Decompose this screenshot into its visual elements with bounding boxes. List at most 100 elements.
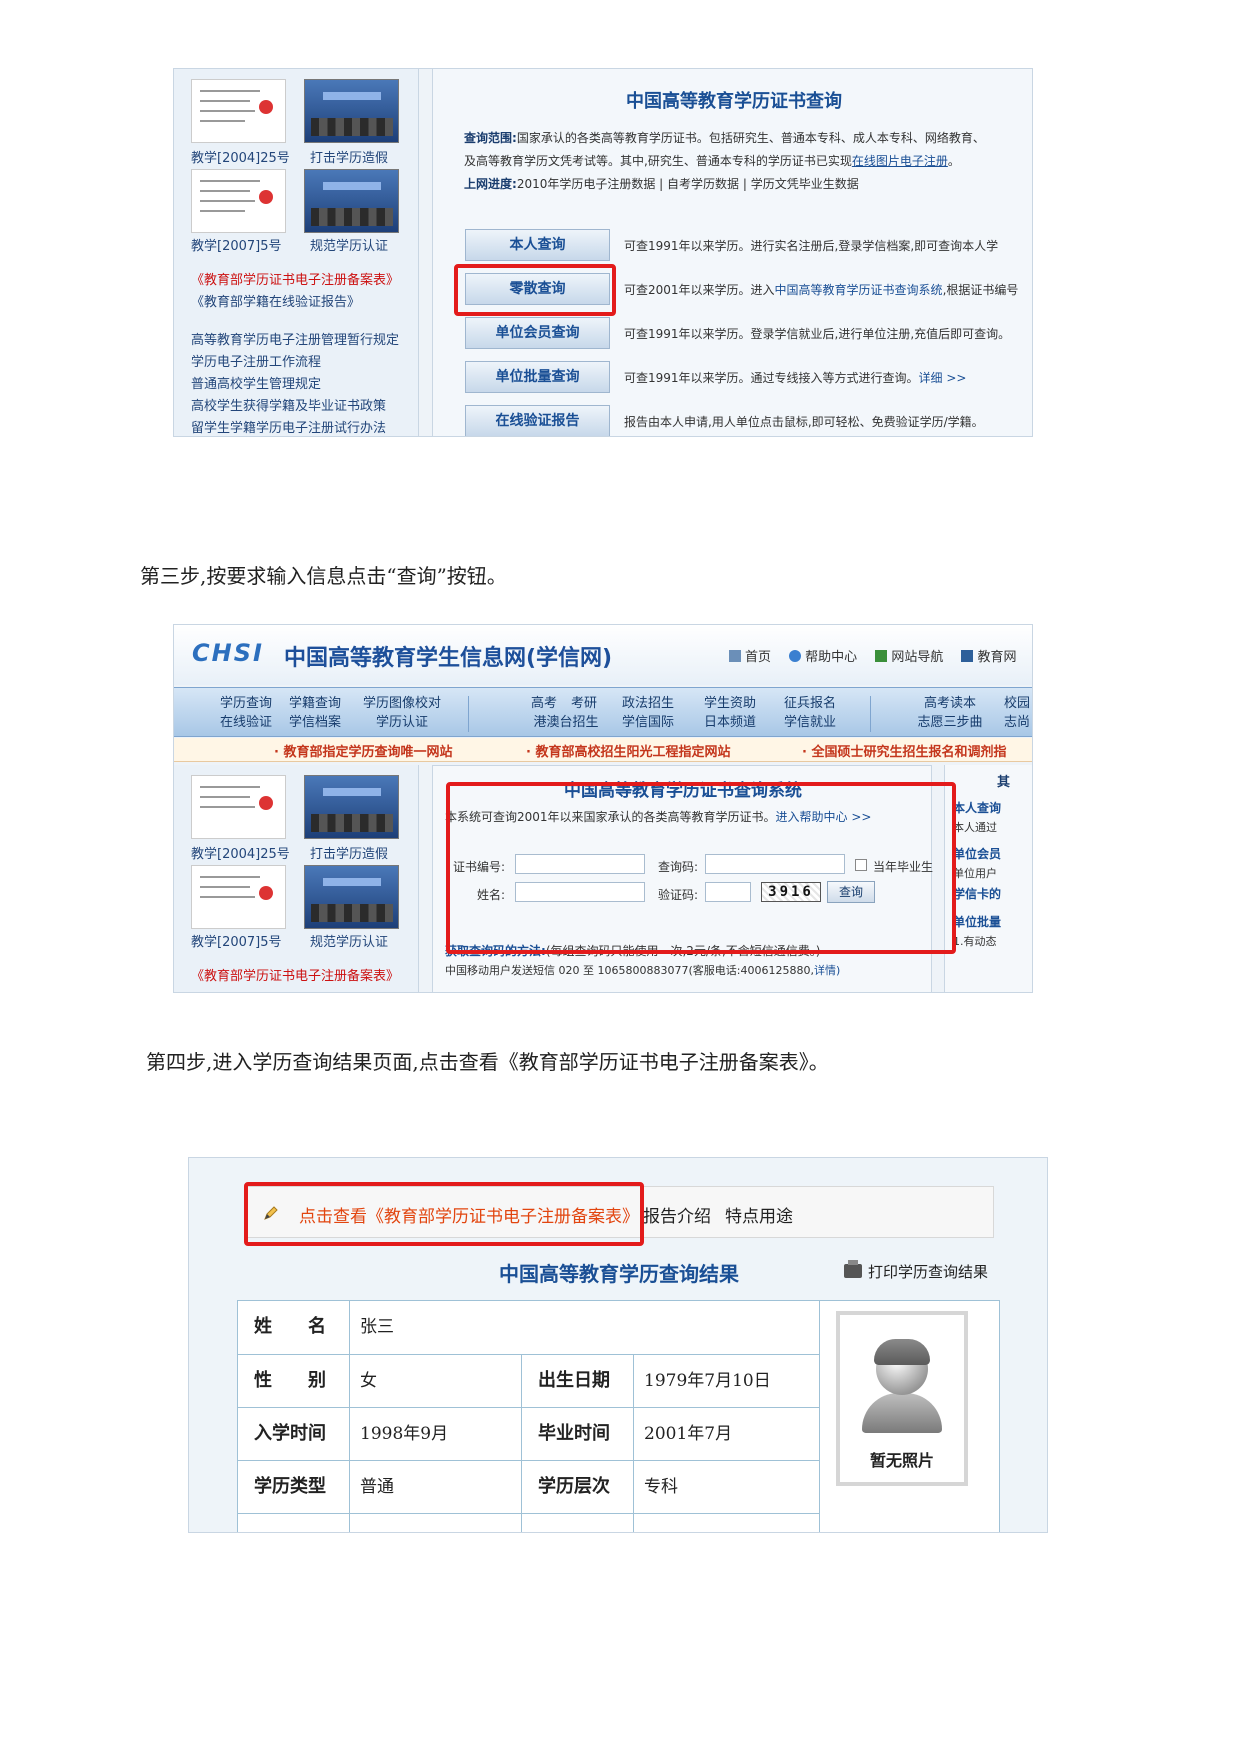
- details-link[interactable]: 详情): [814, 964, 840, 977]
- member-query-desc: 可查1991年以来学历。登录学信就业后,进行单位注册,充值后即可查询。: [624, 327, 1011, 341]
- left-sidebar: 教学[2004]25号 打击学历造假 教学[2007]5号 规范学历认证 《教育…: [174, 69, 419, 436]
- scope-text-cont: 及高等教育学历文凭考试等。其中,研究生、普通本专科的学历证书已实现在线图片电子注…: [464, 154, 960, 168]
- verification-report-link[interactable]: 《教育部学籍在线验证报告》: [191, 291, 360, 310]
- no-photo-label: 暂无照片: [869, 1451, 934, 1470]
- thumbnail-caption[interactable]: 教学[2004]25号: [191, 843, 290, 862]
- step-3-instruction: 第三步,按要求输入信息点击“查询”按钮。: [140, 564, 507, 588]
- news-photo-thumbnail[interactable]: [304, 169, 399, 233]
- cert-query-system-link[interactable]: 中国高等教育学历证书查询系统: [775, 283, 943, 297]
- online-report-desc: 报告由本人申请,用人单位点击鼠标,即可轻松、免费验证学历/学籍。: [624, 415, 984, 429]
- nav-item[interactable]: 高考: [526, 694, 562, 713]
- nav-group-1: 学历查询 学籍查询 学历图像校对 在线验证 学信档案 学历认证: [216, 694, 450, 732]
- nav-group-2: 高考 考研 政法招生 学生资助 征兵报名 港澳台招生 学信国际 日本频道 学信就业: [526, 694, 850, 732]
- right-sidebar-title: 其: [997, 775, 1011, 790]
- sidebar-link[interactable]: 学历电子注册工作流程: [191, 351, 321, 370]
- right-text: 单位用户: [953, 867, 997, 880]
- nav-item[interactable]: 日本频道: [690, 713, 770, 732]
- nav-item[interactable]: 在线验证: [216, 713, 276, 732]
- top-link-edunet[interactable]: 教育网: [961, 650, 1016, 665]
- record-form-link[interactable]: 《教育部学历证书电子注册备案表》: [191, 965, 399, 984]
- batch-query-desc: 可查1991年以来学历。通过专线接入等方式进行查询。详细 >>: [624, 371, 967, 385]
- top-link-home[interactable]: 首页: [729, 650, 771, 665]
- right-text: 1.有动态: [953, 935, 997, 948]
- printer-icon: [844, 1260, 862, 1278]
- nav-item[interactable]: 政法招生: [606, 694, 690, 713]
- photo-placeholder: 暂无照片: [836, 1311, 968, 1486]
- document-thumbnail[interactable]: [191, 865, 286, 929]
- nav-item[interactable]: 港澳台招生: [526, 713, 606, 732]
- nav-item[interactable]: 学信国际: [606, 713, 690, 732]
- document-thumbnail[interactable]: [191, 79, 286, 143]
- seal-icon: [259, 796, 273, 810]
- tab-report-intro[interactable]: 报告介绍: [643, 1202, 711, 1227]
- scope-text: 查询范围:国家承认的各类高等教育学历证书。包括研究生、普通本专科、成人本专科、网…: [464, 131, 985, 145]
- document-thumbnail[interactable]: [191, 169, 286, 233]
- nav-item[interactable]: 考研: [562, 694, 606, 713]
- nav-item[interactable]: 征兵报名: [770, 694, 850, 713]
- news-photo-thumbnail[interactable]: [304, 79, 399, 143]
- top-link-help[interactable]: 帮助中心: [789, 650, 857, 665]
- avatar-icon: [862, 1393, 942, 1433]
- thumbnail-caption[interactable]: 教学[2007]5号: [191, 235, 282, 254]
- slogan: · 全国硕士研究生招生报名和调剂指: [802, 745, 1007, 760]
- top-link-sitemap[interactable]: 网站导航: [875, 650, 943, 665]
- self-query-desc: 可查1991年以来学历。进行实名注册后,登录学信档案,即可查询本人学: [624, 239, 999, 253]
- self-query-button[interactable]: 本人查询: [465, 229, 610, 261]
- slogan-bar: · 教育部指定学历查询唯一网站 · 教育部高校招生阳光工程指定网站 · 全国硕士…: [174, 738, 1032, 762]
- sidebar-link[interactable]: 高等教育学历电子注册管理暂行规定: [191, 329, 399, 348]
- site-logo[interactable]: CHSI: [192, 639, 264, 667]
- batch-query-button[interactable]: 单位批量查询: [465, 361, 610, 393]
- nav-item[interactable]: 校园: [1000, 694, 1032, 713]
- sidebar-link[interactable]: 留学生学籍学历电子注册试行办法: [191, 417, 386, 436]
- nav-item[interactable]: 学信就业: [770, 713, 850, 732]
- thumbnail-caption[interactable]: 打击学历造假: [310, 147, 388, 166]
- home-icon: [729, 650, 741, 662]
- nav-item[interactable]: 学信档案: [276, 713, 354, 732]
- nav-item[interactable]: 志尚: [1000, 713, 1032, 732]
- nav-item[interactable]: 学历查询: [216, 694, 276, 713]
- details-link[interactable]: 详细 >>: [919, 371, 967, 385]
- print-result-button[interactable]: 打印学历查询结果: [844, 1260, 988, 1282]
- sidebar-link[interactable]: 普通高校学生管理规定: [191, 373, 321, 392]
- news-photo-thumbnail[interactable]: [304, 775, 399, 839]
- thumbnail-caption[interactable]: 教学[2007]5号: [191, 931, 282, 950]
- slogan: · 教育部指定学历查询唯一网站: [274, 745, 453, 760]
- nav-item[interactable]: 高考读本: [900, 694, 1000, 713]
- nav-item[interactable]: 志愿三步曲: [900, 713, 1000, 732]
- sidebar-link[interactable]: 高校学生获得学籍及毕业证书政策: [191, 395, 386, 414]
- screenshot-query-portal: 教学[2004]25号 打击学历造假 教学[2007]5号 规范学历认证 《教育…: [173, 68, 1033, 437]
- thumbnail-caption[interactable]: 规范学历认证: [310, 235, 388, 254]
- right-link[interactable]: 单位批量: [953, 913, 1001, 930]
- nav-item[interactable]: 学历认证: [354, 713, 450, 732]
- site-header: CHSI 中国高等教育学生信息网(学信网) 首页 帮助中心 网站导航 教育网: [174, 625, 1032, 685]
- seal-icon: [259, 886, 273, 900]
- document-thumbnail[interactable]: [191, 775, 286, 839]
- member-query-button[interactable]: 单位会员查询: [465, 317, 610, 349]
- field-label: 学历层次: [522, 1461, 634, 1514]
- nav-item[interactable]: 学籍查询: [276, 694, 354, 713]
- step-4-instruction: 第四步,进入学历查询结果页面,点击查看《教育部学历证书电子注册备案表》。: [146, 1050, 829, 1074]
- field-value: 1979年7月10日: [634, 1355, 820, 1408]
- field-value: 女: [350, 1355, 522, 1408]
- field-value: 专科: [634, 1461, 820, 1514]
- online-photo-registration-link[interactable]: 在线图片电子注册: [852, 154, 948, 168]
- thumbnail-caption[interactable]: 教学[2004]25号: [191, 147, 290, 166]
- right-link[interactable]: 本人查询: [953, 799, 1001, 816]
- thumbnail-caption[interactable]: 规范学历认证: [310, 931, 388, 950]
- online-report-button[interactable]: 在线验证报告: [465, 405, 610, 436]
- thumbnail-caption[interactable]: 打击学历造假: [310, 843, 388, 862]
- individual-query-desc: 可查2001年以来学历。进入中国高等教育学历证书查询系统,根据证书编号: [624, 283, 1019, 297]
- record-form-link[interactable]: 《教育部学历证书电子注册备案表》: [191, 269, 399, 288]
- main-nav: 学历查询 学籍查询 学历图像校对 在线验证 学信档案 学历认证 高考 考研 政法招生 学生资助…: [174, 687, 1032, 737]
- seal-icon: [259, 100, 273, 114]
- site-name: 中国高等教育学生信息网(学信网): [284, 646, 613, 671]
- tab-features[interactable]: 特点用途: [725, 1202, 793, 1227]
- right-link[interactable]: 单位会员: [953, 845, 1001, 862]
- nav-item[interactable]: 学生资助: [690, 694, 770, 713]
- slogan: · 教育部高校招生阳光工程指定网站: [526, 745, 731, 760]
- field-label: 出生日期: [522, 1355, 634, 1408]
- nav-item[interactable]: 学历图像校对: [354, 694, 450, 713]
- news-photo-thumbnail[interactable]: [304, 865, 399, 929]
- highlight-box: [454, 264, 616, 316]
- right-link[interactable]: 学信卡的: [953, 885, 1001, 902]
